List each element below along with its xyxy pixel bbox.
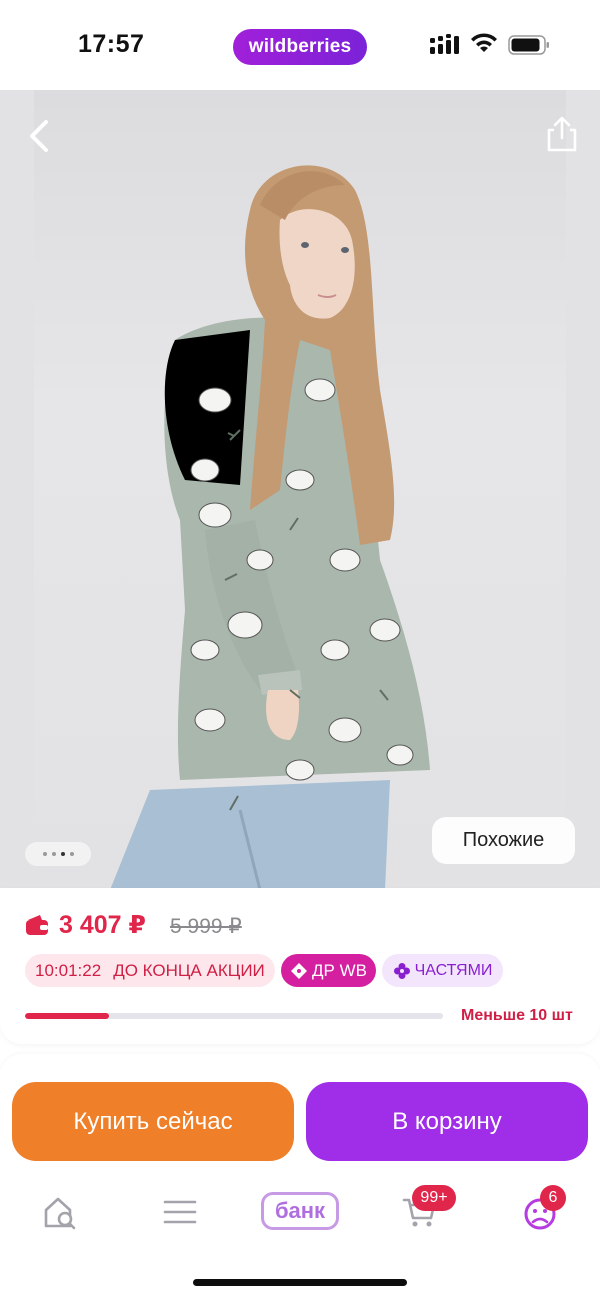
- menu-icon: [163, 1200, 197, 1224]
- home-indicator: [193, 1279, 407, 1286]
- bottom-tab-bar: банк 99+ 6: [0, 1180, 600, 1250]
- wallet-icon: [26, 915, 48, 935]
- page-dot-active: [60, 852, 65, 856]
- similar-products-button[interactable]: Похожие: [432, 817, 575, 864]
- battery-icon: [508, 35, 549, 55]
- old-price: 5 999 ₽: [170, 915, 242, 938]
- wifi-icon: [471, 33, 497, 52]
- installments-label: ЧАСТЯМИ: [414, 961, 493, 979]
- sale-timer-badge: 10:01:22 ДО КОНЦА АКЦИИ: [25, 954, 275, 987]
- profile-notification-badge: 6: [540, 1185, 566, 1211]
- current-price: 3 407 ₽: [59, 911, 146, 939]
- page-dot: [69, 852, 74, 856]
- stock-progress-fill: [25, 1013, 109, 1019]
- price-card: 3 407 ₽ 5 999 ₽ 10:01:22 ДО КОНЦА АКЦИИ …: [0, 888, 600, 1044]
- share-icon[interactable]: [544, 114, 580, 154]
- gallery-pagination: [25, 842, 91, 866]
- installments-icon: [393, 962, 410, 979]
- diamond-tag-icon: [291, 962, 308, 979]
- product-photo: [110, 165, 430, 890]
- status-time: 17:57: [78, 30, 145, 58]
- cart-count-badge: 99+: [412, 1185, 456, 1211]
- back-arrow-icon[interactable]: [22, 116, 58, 156]
- promo-badge[interactable]: ДР WB: [281, 954, 376, 987]
- stock-remaining-text: Меньше 10 шт: [461, 1007, 573, 1024]
- sale-timer: 10:01:22: [35, 960, 102, 980]
- cellular-signal-icon: [430, 34, 459, 54]
- sale-timer-caption: ДО КОНЦА АКЦИИ: [113, 960, 265, 980]
- tab-home[interactable]: [30, 1180, 90, 1244]
- page-dot: [51, 852, 56, 856]
- tab-bank[interactable]: банк: [261, 1192, 339, 1230]
- promo-label: ДР WB: [312, 960, 367, 980]
- page-dot: [42, 852, 47, 856]
- brand-logo: wildberries: [233, 29, 367, 65]
- home-search-icon: [44, 1197, 76, 1230]
- installments-badge[interactable]: ЧАСТЯМИ: [382, 954, 503, 987]
- buy-now-button[interactable]: Купить сейчас: [12, 1082, 294, 1161]
- product-image-gallery[interactable]: Похожие: [0, 90, 600, 890]
- stock-progress-bar: [25, 1013, 443, 1019]
- status-bar: 17:57 wildberries: [0, 0, 600, 90]
- add-to-cart-button[interactable]: В корзину: [306, 1082, 588, 1161]
- tab-catalog[interactable]: [150, 1180, 210, 1244]
